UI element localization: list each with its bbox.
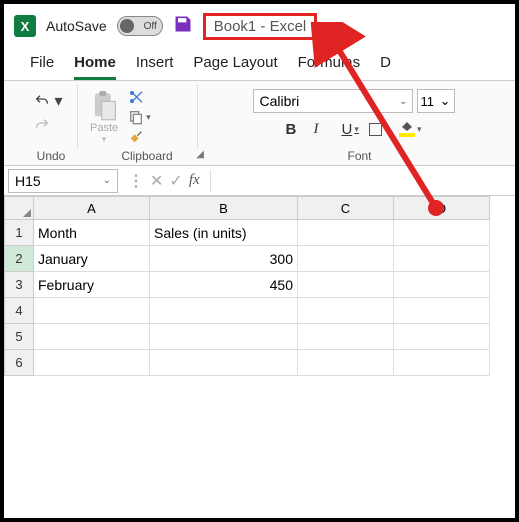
tab-insert[interactable]: Insert xyxy=(136,54,174,80)
cell-c4[interactable] xyxy=(298,298,394,324)
group-label-clipboard: Clipboard ◢ xyxy=(84,149,210,163)
toggle-knob-icon xyxy=(120,19,134,33)
cell-a4[interactable] xyxy=(34,298,150,324)
borders-button[interactable]: ▾ xyxy=(369,123,389,136)
group-label-font: Font xyxy=(210,149,509,163)
formula-bar: H15 ⌄ ⋮ ✕ ✓ fx xyxy=(4,166,515,196)
copy-button[interactable]: ▾ xyxy=(128,109,151,125)
tab-home[interactable]: Home xyxy=(74,54,116,80)
fill-color-button[interactable]: ▾ xyxy=(399,123,422,137)
cell-d5[interactable] xyxy=(394,324,490,350)
cell-c3[interactable] xyxy=(298,272,394,298)
border-icon xyxy=(369,123,382,136)
italic-button[interactable]: I xyxy=(313,121,331,138)
chevron-down-icon: ⌄ xyxy=(440,93,451,109)
autosave-state: Off xyxy=(144,21,157,32)
cell-b3[interactable]: 450 xyxy=(150,272,298,298)
row-header-6[interactable]: 6 xyxy=(4,350,34,376)
excel-logo-icon: X xyxy=(14,15,36,37)
enter-formula-icon[interactable]: ✓ xyxy=(169,171,182,191)
paintbrush-icon xyxy=(128,129,144,145)
cell-b4[interactable] xyxy=(150,298,298,324)
clipboard-paste-icon xyxy=(90,90,118,122)
chevron-down-icon: ⌄ xyxy=(399,96,411,107)
cell-b1[interactable]: Sales (in units) xyxy=(150,220,298,246)
redo-button[interactable] xyxy=(32,117,52,133)
undo-button[interactable]: ▾ xyxy=(32,91,62,111)
cell-c2[interactable] xyxy=(298,246,394,272)
autosave-label: AutoSave xyxy=(46,18,107,34)
ribbon-tabs: File Home Insert Page Layout Formulas D xyxy=(4,48,515,80)
chevron-down-icon: ▾ xyxy=(54,91,62,111)
undo-icon xyxy=(32,93,52,109)
row-header-2[interactable]: 2 xyxy=(4,246,34,272)
cell-c1[interactable] xyxy=(298,220,394,246)
cell-b5[interactable] xyxy=(150,324,298,350)
scissors-icon xyxy=(128,89,144,105)
row-header-5[interactable]: 5 xyxy=(4,324,34,350)
cell-a6[interactable] xyxy=(34,350,150,376)
font-size-select[interactable]: 11 ⌄ xyxy=(417,89,455,113)
spreadsheet-grid: 1 2 3 4 5 6 A B C D Month Sales (in unit… xyxy=(4,196,515,376)
chevron-down-icon: ▾ xyxy=(417,124,422,135)
cut-button[interactable] xyxy=(128,89,151,105)
cell-a3[interactable]: February xyxy=(34,272,150,298)
tab-formulas[interactable]: Formulas xyxy=(298,54,361,80)
save-icon xyxy=(173,14,193,34)
ribbon: ▾ Paste ▾ xyxy=(4,80,515,166)
cell-d3[interactable] xyxy=(394,272,490,298)
row-header-4[interactable]: 4 xyxy=(4,298,34,324)
redo-icon xyxy=(32,117,52,133)
tab-file[interactable]: File xyxy=(30,54,54,80)
format-painter-button[interactable] xyxy=(128,129,151,145)
fill-bucket-icon xyxy=(399,123,415,137)
cell-d2[interactable] xyxy=(394,246,490,272)
cell-d6[interactable] xyxy=(394,350,490,376)
cell-d4[interactable] xyxy=(394,298,490,324)
row-header-3[interactable]: 3 xyxy=(4,272,34,298)
name-box-value: H15 xyxy=(15,173,41,189)
formula-input[interactable] xyxy=(210,170,515,192)
chevron-down-icon: ▾ xyxy=(354,124,359,135)
fx-icon[interactable]: fx xyxy=(189,172,200,189)
cell-b6[interactable] xyxy=(150,350,298,376)
copy-icon xyxy=(128,109,144,125)
document-title: Book1 - Excel xyxy=(203,13,318,40)
font-name-value: Calibri xyxy=(260,93,300,109)
group-label-undo: Undo xyxy=(18,149,84,163)
col-header-a[interactable]: A xyxy=(34,196,150,220)
chevron-down-icon: ▾ xyxy=(146,112,151,123)
font-name-select[interactable]: Calibri ⌄ xyxy=(253,89,413,113)
cell-b2[interactable]: 300 xyxy=(150,246,298,272)
chevron-down-icon: ▾ xyxy=(102,134,107,145)
cell-c5[interactable] xyxy=(298,324,394,350)
autosave-toggle[interactable]: Off xyxy=(117,16,163,36)
bold-button[interactable]: B xyxy=(285,121,303,138)
tab-page-layout[interactable]: Page Layout xyxy=(193,54,277,80)
col-header-d[interactable]: D xyxy=(394,196,490,220)
cancel-formula-icon[interactable]: ✕ xyxy=(150,171,163,191)
select-all-corner[interactable] xyxy=(4,196,34,220)
col-header-c[interactable]: C xyxy=(298,196,394,220)
font-size-value: 11 xyxy=(421,94,435,109)
cell-d1[interactable] xyxy=(394,220,490,246)
name-box[interactable]: H15 ⌄ xyxy=(8,169,118,193)
paste-button[interactable]: Paste ▾ xyxy=(84,88,124,147)
save-button[interactable] xyxy=(173,14,193,39)
more-icon[interactable]: ⋮ xyxy=(128,171,144,191)
tab-data-cut[interactable]: D xyxy=(380,54,391,80)
cell-c6[interactable] xyxy=(298,350,394,376)
chevron-down-icon: ▾ xyxy=(384,124,389,135)
cell-a2[interactable]: January xyxy=(34,246,150,272)
col-header-b[interactable]: B xyxy=(150,196,298,220)
clipboard-launcher-icon[interactable]: ◢ xyxy=(196,149,204,160)
chevron-down-icon: ⌄ xyxy=(103,175,111,186)
row-header-1[interactable]: 1 xyxy=(4,220,34,246)
title-bar: X AutoSave Off Book1 - Excel xyxy=(4,4,515,48)
cell-a1[interactable]: Month xyxy=(34,220,150,246)
paste-label: Paste xyxy=(90,122,118,134)
underline-button[interactable]: U▾ xyxy=(341,121,359,138)
cell-a5[interactable] xyxy=(34,324,150,350)
